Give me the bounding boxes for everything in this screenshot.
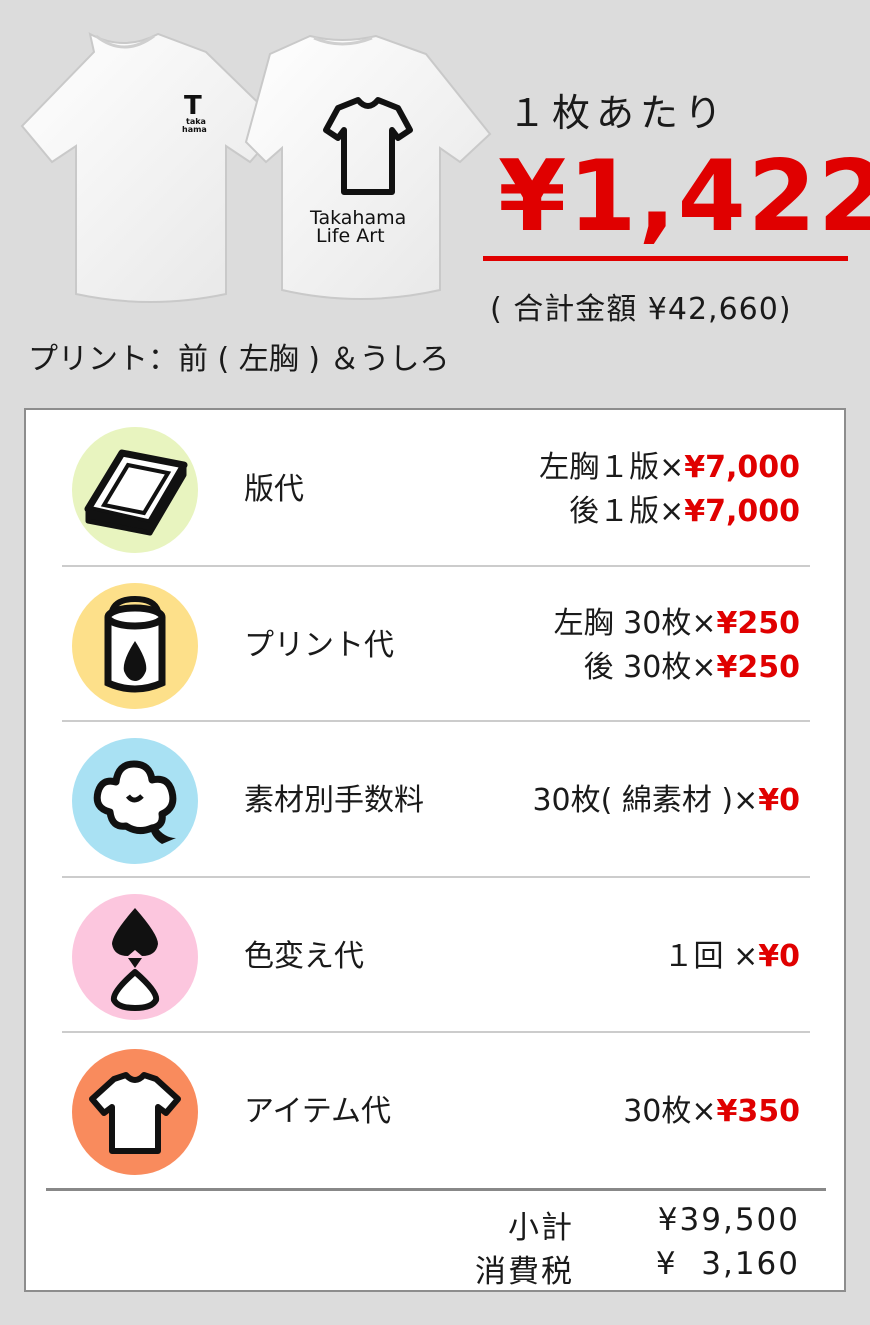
row-detail: 左胸 30枚×¥250 後 30枚×¥250 <box>554 568 800 723</box>
row-material-fee: 素材別手数料 30枚( 綿素材 )×¥0 <box>26 723 844 878</box>
detail-line: 左胸 30枚×¥250 <box>553 605 800 641</box>
tshirt-icon <box>72 1049 198 1175</box>
unit-price: ¥1,422 <box>498 140 870 254</box>
front-tshirt: T taka hama <box>20 32 284 303</box>
back-logo-line2: Life Art <box>316 225 385 247</box>
row-plate-fee: 版代 左胸１版×¥7,000 後１版×¥7,000 <box>26 412 844 567</box>
total-amount: ( 合計金額 ¥42,660) <box>490 292 792 327</box>
front-logo-small-bottom: hama <box>182 125 207 134</box>
row-detail: 30枚( 綿素材 )×¥0 <box>532 723 800 878</box>
row-label: アイテム代 <box>244 1094 391 1129</box>
subtotal-label: 小計 <box>508 1210 574 1246</box>
detail-line: １回 ×¥0 <box>663 938 800 974</box>
row-label: 色変え代 <box>244 939 364 974</box>
color-drop-icon <box>72 894 198 1020</box>
row-label: プリント代 <box>244 628 394 663</box>
row-item-fee: アイテム代 30枚×¥350 <box>26 1034 844 1189</box>
price-underline <box>483 256 848 261</box>
back-tshirt: Takahama Life Art <box>244 34 492 300</box>
print-description: プリント：前 ( 左胸 ) ＆うしろ <box>28 342 450 377</box>
subtotal-value: ¥39,500 <box>657 1202 800 1238</box>
row-divider <box>62 1031 810 1033</box>
row-divider <box>62 876 810 878</box>
detail-line: 後１版×¥7,000 <box>569 493 800 529</box>
detail-line: 30枚×¥350 <box>623 1093 800 1129</box>
screen-plate-icon <box>72 427 198 553</box>
ink-can-icon <box>72 583 198 709</box>
row-detail: １回 ×¥0 <box>664 879 800 1034</box>
row-detail: 30枚×¥350 <box>623 1034 800 1189</box>
tax-label: 消費税 <box>475 1254 574 1290</box>
row-color-change-fee: 色変え代 １回 ×¥0 <box>26 879 844 1034</box>
row-divider <box>62 565 810 567</box>
price-breakdown-panel: 版代 左胸１版×¥7,000 後１版×¥7,000 プリント代 左胸 30枚×¥… <box>24 408 846 1292</box>
detail-line: 30枚( 綿素材 )×¥0 <box>532 782 800 818</box>
detail-line: 左胸１版×¥7,000 <box>539 449 800 485</box>
row-label: 版代 <box>244 472 304 507</box>
row-detail: 左胸１版×¥7,000 後１版×¥7,000 <box>539 412 800 567</box>
row-divider <box>62 720 810 722</box>
row-label: 素材別手数料 <box>244 783 424 818</box>
detail-line: 後 30枚×¥250 <box>583 649 800 685</box>
per-piece-label: １枚あたり <box>508 91 729 135</box>
tshirt-mockups: T taka hama Takahama Life Art <box>20 32 492 303</box>
summary-divider <box>46 1188 826 1191</box>
row-print-fee: プリント代 左胸 30枚×¥250 後 30枚×¥250 <box>26 568 844 723</box>
cotton-icon <box>72 738 198 864</box>
tax-value: ¥ 3,160 <box>655 1246 800 1282</box>
